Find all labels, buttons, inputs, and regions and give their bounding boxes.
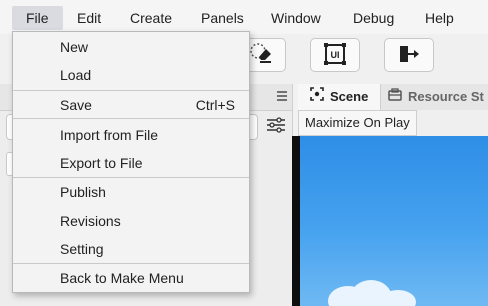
- target-icon: [310, 84, 324, 110]
- menu-item-back-to-make-menu[interactable]: Back to Make Menu: [13, 265, 249, 291]
- tab-scene-label: Scene: [330, 89, 369, 104]
- menu-separator: [13, 177, 249, 178]
- menu-panels[interactable]: Panels: [199, 8, 246, 28]
- menu-item-label: Save: [60, 97, 92, 113]
- menu-item-label: Publish: [60, 184, 106, 200]
- menu-debug[interactable]: Debug: [351, 8, 396, 28]
- menu-item-label: Back to Make Menu: [60, 270, 184, 286]
- menu-item-label: Revisions: [60, 213, 121, 229]
- hamburger-menu-icon[interactable]: [276, 89, 288, 105]
- menu-file[interactable]: File: [12, 6, 63, 30]
- menu-edit[interactable]: Edit: [75, 8, 103, 28]
- tab-resource-label: Resource St: [408, 89, 484, 104]
- menu-help[interactable]: Help: [423, 8, 456, 28]
- tab-resource[interactable]: Resource St: [388, 84, 488, 110]
- menu-item-label: Import from File: [60, 127, 159, 143]
- maximize-on-play-toggle[interactable]: Maximize On Play: [298, 110, 417, 136]
- exit-arrow-icon: [396, 43, 422, 68]
- menu-bar: File Edit Create Panels Window Debug Hel…: [0, 0, 488, 35]
- menu-window[interactable]: Window: [269, 8, 323, 28]
- menu-item-import[interactable]: Import from File: [13, 122, 249, 148]
- menu-item-shortcut: Ctrl+S: [195, 97, 235, 113]
- menu-item-publish[interactable]: Publish: [13, 179, 249, 205]
- filter-button[interactable]: [264, 114, 288, 138]
- menu-separator: [13, 263, 249, 264]
- ui-mode-button[interactable]: UI: [310, 38, 360, 72]
- ui-icon-label: UI: [331, 50, 340, 60]
- menu-item-label: Export to File: [60, 155, 143, 171]
- menu-item-export[interactable]: Export to File: [13, 150, 249, 176]
- toolbox-icon: [388, 84, 402, 110]
- menu-create[interactable]: Create: [128, 8, 174, 28]
- menu-item-save[interactable]: Save Ctrl+S: [13, 92, 249, 118]
- menu-separator: [13, 118, 249, 119]
- menu-item-revisions[interactable]: Revisions: [13, 208, 249, 234]
- menu-item-label: Setting: [60, 241, 104, 257]
- eraser-icon: [249, 42, 273, 68]
- file-menu-dropdown: New Load Save Ctrl+S Import from File Ex…: [12, 31, 250, 293]
- panel-tabs: Scene Resource St: [298, 84, 488, 111]
- exit-play-button[interactable]: [384, 38, 434, 72]
- viewport-border: [292, 136, 300, 306]
- menu-item-label: New: [60, 39, 89, 55]
- scene-viewport[interactable]: [300, 136, 488, 306]
- ui-frame-icon: UI: [322, 42, 348, 69]
- menu-item-setting[interactable]: Setting: [13, 236, 249, 262]
- menu-item-load[interactable]: Load: [13, 62, 249, 88]
- menu-separator: [13, 90, 249, 91]
- cloud: [380, 290, 416, 306]
- sliders-icon: [266, 116, 286, 136]
- menu-item-label: Load: [60, 67, 92, 83]
- menu-item-new[interactable]: New: [13, 34, 249, 60]
- scene-toolbar: Maximize On Play: [298, 110, 488, 137]
- tab-scene[interactable]: Scene: [298, 84, 381, 110]
